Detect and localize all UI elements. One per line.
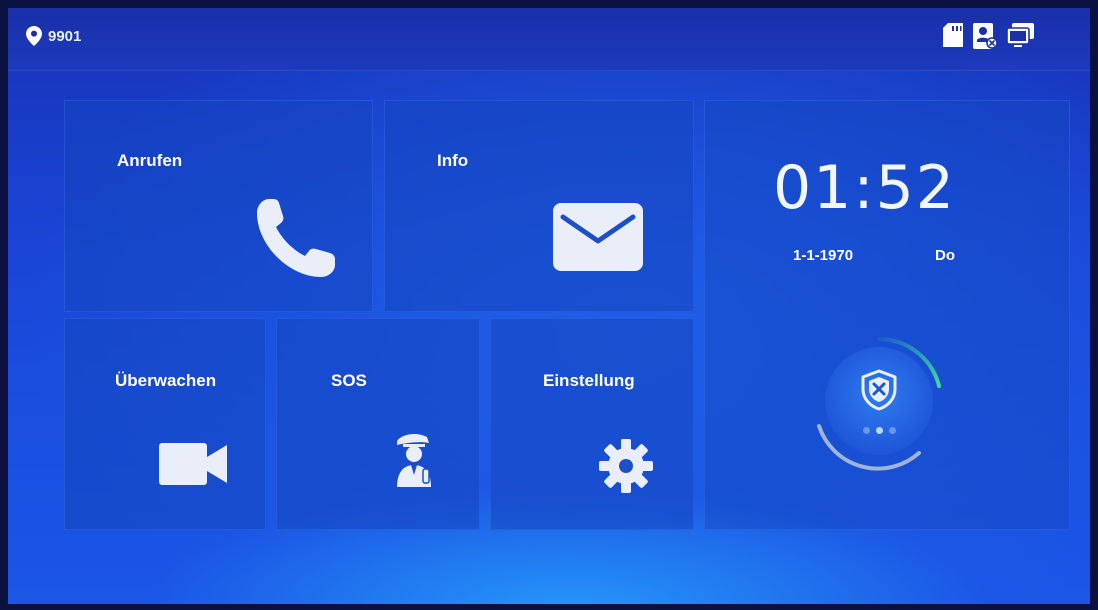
page-indicator (863, 427, 896, 434)
envelope-icon (553, 203, 643, 271)
gear-icon (599, 439, 653, 493)
page-dot[interactable] (889, 427, 896, 434)
arm-widget[interactable] (809, 331, 949, 471)
clock-time: 01:52 (773, 153, 956, 223)
settings-tile[interactable]: Einstellung (490, 318, 694, 530)
monitor-tile-label: Überwachen (115, 371, 217, 390)
sos-tile-label: SOS (331, 371, 367, 390)
page-dot-active[interactable] (876, 427, 883, 434)
page-dot[interactable] (863, 427, 870, 434)
home-screen: 9901 Anrufen Info Überwachen SOS Einstel… (8, 8, 1090, 604)
shield-icon (861, 369, 897, 411)
video-camera-icon (159, 443, 227, 485)
clock-panel: 01:52 1-1-1970 Do (704, 100, 1070, 530)
room-indicator: 9901 (26, 26, 81, 46)
monitor-icon (1006, 23, 1034, 47)
call-tile[interactable]: Anrufen (64, 100, 373, 312)
phone-icon (257, 199, 335, 277)
security-guard-icon (397, 434, 431, 487)
monitor-tile[interactable]: Überwachen (64, 318, 266, 530)
info-tile[interactable]: Info (384, 100, 694, 312)
clock-date: 1-1-1970 (793, 247, 854, 264)
status-bar: 9901 (8, 8, 1090, 71)
location-pin-icon (26, 26, 42, 46)
call-tile-label: Anrufen (117, 151, 183, 170)
clock-weekday: Do (935, 247, 955, 264)
room-number: 9901 (48, 27, 82, 45)
sos-tile[interactable]: SOS (276, 318, 480, 530)
settings-tile-label: Einstellung (543, 371, 635, 390)
sd-card-icon (943, 23, 963, 47)
status-icons (942, 22, 1036, 50)
info-tile-label: Info (437, 151, 469, 170)
door-station-icon (973, 23, 998, 49)
